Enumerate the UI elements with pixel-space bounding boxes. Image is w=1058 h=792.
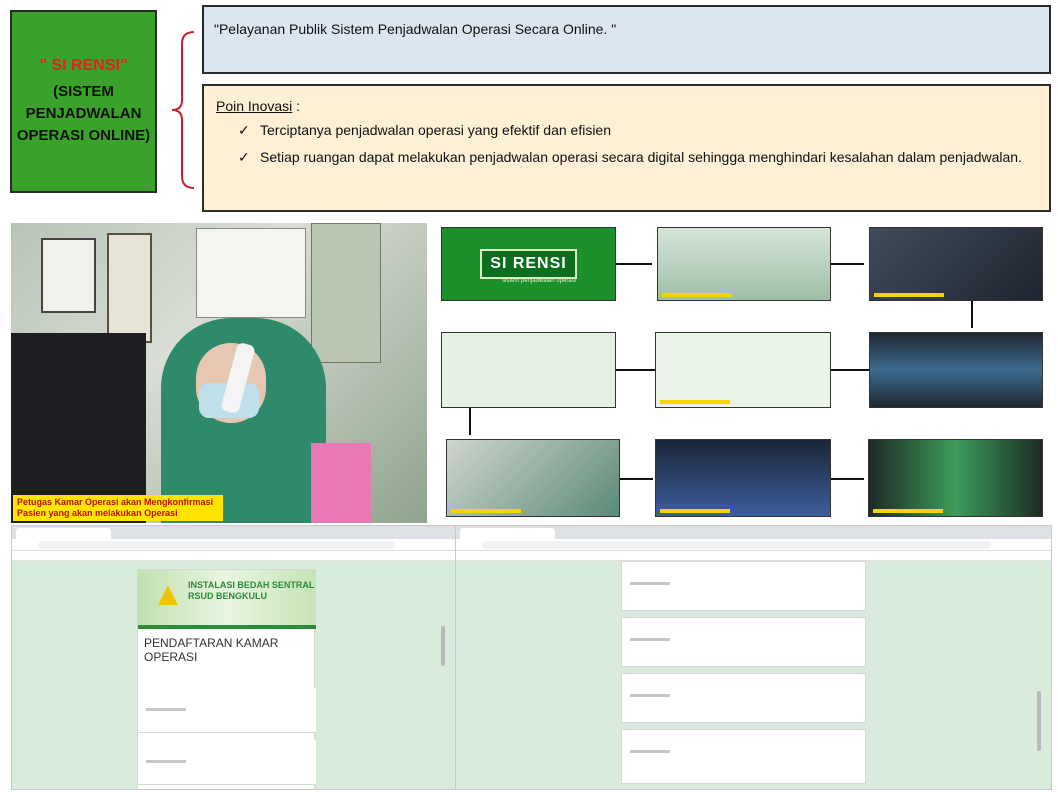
poin-item: ✓ Terciptanya penjadwalan operasi yang e… xyxy=(238,122,1037,139)
bookmarks-bar xyxy=(456,551,1051,561)
flow-node-corridor xyxy=(657,227,831,301)
wall-frame xyxy=(107,233,152,343)
title-name: " SI RENSI" xyxy=(39,56,128,74)
nurse-photo: Petugas Kamar Operasi akan Mengkonfirmas… xyxy=(11,223,427,523)
browser-right xyxy=(455,525,1052,790)
poin-item-text: Terciptanya penjadwalan operasi yang efe… xyxy=(260,122,612,138)
poin-title-suffix: : xyxy=(292,98,301,114)
flow-node-staff xyxy=(446,439,620,517)
form-page xyxy=(456,561,1051,789)
flow-logo-text: SI RENSI xyxy=(480,249,577,279)
flow-node-form-header xyxy=(655,332,831,408)
form-banner: INSTALASI BEDAH SENTRAL RSUD BENGKULU xyxy=(138,570,316,625)
title-line-3: OPERASI ONLINE) xyxy=(16,126,151,144)
flow-arrow xyxy=(831,369,869,371)
poin-title: Poin Inovasi xyxy=(216,98,293,114)
flow-node-schedule-table xyxy=(655,439,831,517)
pink-box xyxy=(311,443,371,523)
title-box: " SI RENSI" (SISTEM PENJADWALAN OPERASI … xyxy=(10,10,157,193)
flow-arrow xyxy=(616,263,652,265)
form-card xyxy=(621,673,866,723)
flow-node-operator xyxy=(869,227,1043,301)
form-input-line[interactable] xyxy=(146,708,186,711)
flow-caption-bar xyxy=(660,400,730,404)
form-input-line[interactable] xyxy=(146,760,186,763)
address-bar[interactable] xyxy=(456,539,1051,551)
flow-arrow xyxy=(616,369,655,371)
flow-node-display xyxy=(868,439,1043,517)
browser-tab[interactable] xyxy=(16,528,111,539)
flow-caption-bar xyxy=(451,509,521,513)
flow-arrow xyxy=(971,301,973,328)
form-column: INSTALASI BEDAH SENTRAL RSUD BENGKULU PE… xyxy=(137,569,316,789)
quote-text: "Pelayanan Publik Sistem Penjadwalan Ope… xyxy=(214,21,617,37)
photo-caption: Petugas Kamar Operasi akan Mengkonfirmas… xyxy=(13,495,223,521)
flow-logo-tag: sistem penjadwalan operasi xyxy=(502,278,577,284)
wall-notice xyxy=(196,228,306,318)
flow-caption-bar xyxy=(662,293,732,297)
title-line-2: PENJADWALAN xyxy=(25,104,142,122)
form-card xyxy=(138,740,316,785)
flow-caption-bar xyxy=(660,509,730,513)
curly-brace xyxy=(171,31,195,189)
flow-arrow xyxy=(469,408,471,435)
url-field[interactable] xyxy=(482,541,991,549)
form-input-line[interactable] xyxy=(630,750,670,753)
banner-accent xyxy=(138,625,316,629)
form-card xyxy=(138,688,316,733)
scrollbar[interactable] xyxy=(441,626,445,666)
flow-caption-bar xyxy=(873,509,943,513)
tab-bar xyxy=(456,526,1051,539)
poin-item-text: Setiap ruangan dapat melakukan penjadwal… xyxy=(260,149,1022,165)
browser-left: INSTALASI BEDAH SENTRAL RSUD BENGKULU PE… xyxy=(11,525,456,790)
form-card xyxy=(621,617,866,667)
tab-bar xyxy=(12,526,455,539)
scrollbar[interactable] xyxy=(1037,691,1041,751)
browser-tab[interactable] xyxy=(460,528,555,539)
poin-item: ✓ Setiap ruangan dapat melakukan penjadw… xyxy=(238,149,1037,166)
poin-inovasi-box: Poin Inovasi : ✓ Terciptanya penjadwalan… xyxy=(202,84,1051,212)
banner-text: INSTALASI BEDAH SENTRAL RSUD BENGKULU xyxy=(188,580,315,601)
bookmarks-bar xyxy=(12,551,455,561)
address-bar[interactable] xyxy=(12,539,455,551)
flow-arrow xyxy=(620,478,653,480)
check-icon: ✓ xyxy=(238,122,250,138)
check-icon: ✓ xyxy=(238,149,250,165)
flow-arrow xyxy=(831,263,864,265)
form-card xyxy=(621,729,866,784)
form-heading: PENDAFTARAN KAMAR OPERASI xyxy=(144,636,279,664)
form-card xyxy=(621,561,866,611)
flow-arrow xyxy=(831,478,864,480)
flow-node-logo: SI RENSI sistem penjadwalan operasi xyxy=(441,227,616,301)
form-input-line[interactable] xyxy=(630,582,670,585)
wall-poster xyxy=(41,238,96,313)
form-input-line[interactable] xyxy=(630,694,670,697)
quote-box: "Pelayanan Publik Sistem Penjadwalan Ope… xyxy=(202,5,1051,74)
flow-node-form-page xyxy=(441,332,616,408)
cabinet xyxy=(311,223,381,363)
flow-caption-bar xyxy=(874,293,944,297)
form-input-line[interactable] xyxy=(630,638,670,641)
form-column xyxy=(621,561,866,789)
poin-title-row: Poin Inovasi : xyxy=(216,98,1037,114)
url-field[interactable] xyxy=(38,541,395,549)
title-line-1: (SISTEM xyxy=(53,82,114,100)
form-page: INSTALASI BEDAH SENTRAL RSUD BENGKULU PE… xyxy=(12,561,455,789)
flow-node-screen xyxy=(869,332,1043,408)
logo-icon xyxy=(158,585,178,605)
